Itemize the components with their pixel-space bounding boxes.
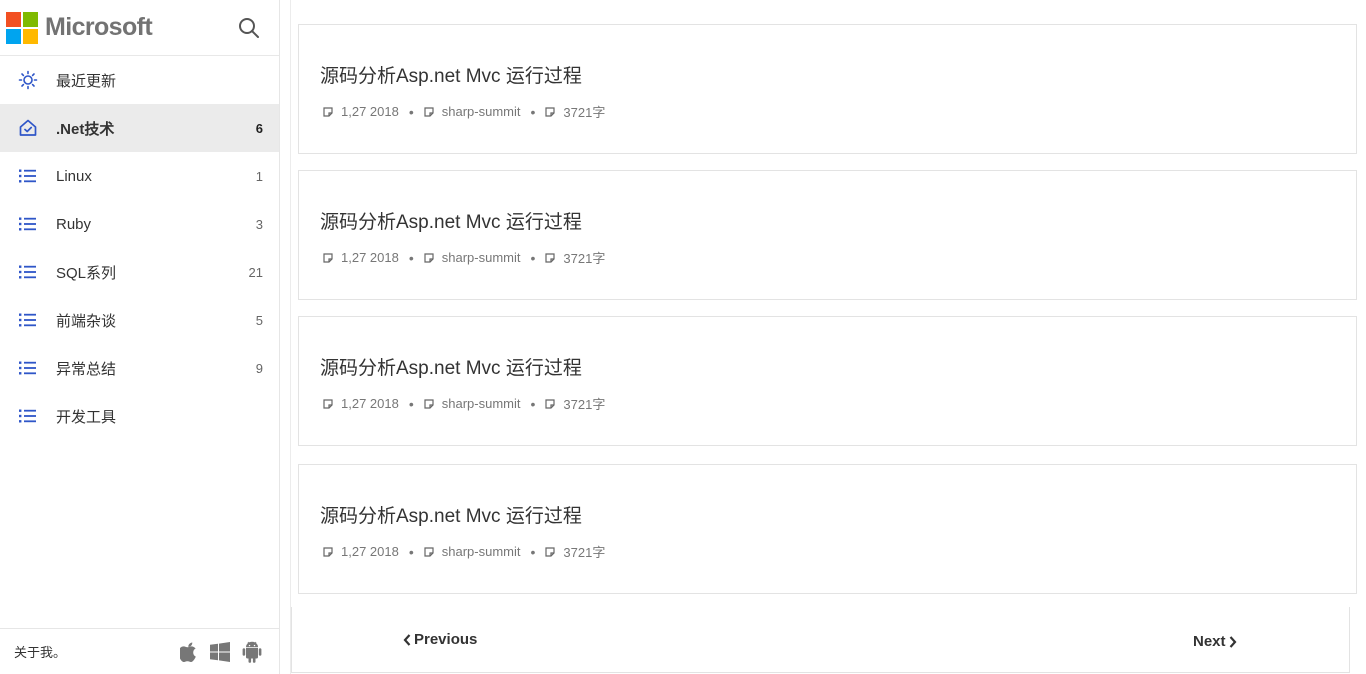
post-title[interactable]: 源码分析Asp.net Mvc 运行过程 <box>320 207 582 234</box>
nav-item-recent[interactable]: 最近更新 <box>0 56 279 104</box>
post-title[interactable]: 源码分析Asp.net Mvc 运行过程 <box>320 353 582 380</box>
list-icon <box>18 214 38 234</box>
nav-item-label: SQL系列 <box>56 264 117 282</box>
post-word-count: 3721字 <box>563 105 606 120</box>
post-author[interactable]: sharp-summit <box>442 544 521 559</box>
meta-separator: • <box>408 249 414 266</box>
chevron-left-icon <box>403 633 411 646</box>
meta-separator: • <box>530 249 536 266</box>
category-nav: 最近更新 .Net技术 6 Linux 1 Ruby 3 SQL系列 21 前端… <box>0 56 279 440</box>
platform-icons <box>180 641 262 663</box>
tag-icon <box>323 252 333 263</box>
post-word-count: 3721字 <box>563 545 606 560</box>
nav-item-label: Ruby <box>56 215 92 233</box>
tag-icon <box>545 398 556 409</box>
meta-separator: • <box>530 395 536 412</box>
tag-icon <box>424 106 434 117</box>
brand-header: Microsoft <box>0 0 279 56</box>
nav-item-linux[interactable]: Linux 1 <box>0 152 279 200</box>
about-me-link[interactable]: 关于我。 <box>14 642 180 661</box>
previous-label: Previous <box>414 631 478 648</box>
sun-icon <box>18 70 38 90</box>
tag-icon <box>323 398 333 409</box>
content-divider <box>290 0 291 674</box>
microsoft-logo-icon[interactable] <box>6 11 38 44</box>
nav-item-count: 1 <box>255 168 263 184</box>
list-icon <box>18 310 38 330</box>
nav-item-frontend[interactable]: 前端杂谈 5 <box>0 296 279 344</box>
post-meta: 1,27 2018 • sharp-summit • 3721字 <box>323 248 605 267</box>
tag-icon <box>424 398 434 409</box>
nav-item-dotnet[interactable]: .Net技术 6 <box>0 104 279 152</box>
apple-icon[interactable] <box>180 642 198 662</box>
nav-item-label: 异常总结 <box>56 360 117 378</box>
nav-item-ruby[interactable]: Ruby 3 <box>0 200 279 248</box>
nav-item-count: 21 <box>248 264 263 280</box>
pagination: Previous Next <box>291 607 1350 673</box>
chevron-right-icon <box>1229 635 1236 648</box>
tag-icon <box>545 106 556 117</box>
nav-item-sql[interactable]: SQL系列 21 <box>0 248 279 296</box>
post-date: 1,27 2018 <box>341 544 399 559</box>
nav-item-count: 9 <box>255 360 263 376</box>
nav-item-count: 6 <box>255 120 263 136</box>
android-icon[interactable] <box>242 641 262 663</box>
home-icon <box>18 118 38 138</box>
list-icon <box>18 406 38 426</box>
meta-separator: • <box>408 103 414 120</box>
meta-separator: • <box>408 543 414 560</box>
nav-item-count: 5 <box>255 312 263 328</box>
post-date: 1,27 2018 <box>341 104 399 119</box>
post-word-count: 3721字 <box>563 397 606 412</box>
nav-item-devtools[interactable]: 开发工具 <box>0 392 279 440</box>
list-icon <box>18 166 38 186</box>
list-icon <box>18 358 38 378</box>
next-label: Next <box>1193 633 1226 650</box>
previous-button[interactable]: Previous <box>403 631 477 648</box>
nav-item-label: 前端杂谈 <box>56 312 117 330</box>
post-meta: 1,27 2018 • sharp-summit • 3721字 <box>323 102 605 121</box>
sidebar-footer: 关于我。 <box>0 628 280 674</box>
nav-item-label: Linux <box>56 167 92 185</box>
windows-icon[interactable] <box>210 641 230 662</box>
post-card[interactable]: 源码分析Asp.net Mvc 运行过程 1,27 2018 • sharp-s… <box>298 464 1357 594</box>
search-icon[interactable] <box>237 16 261 40</box>
meta-separator: • <box>530 103 536 120</box>
post-list: 源码分析Asp.net Mvc 运行过程 1,27 2018 • sharp-s… <box>298 0 1357 674</box>
post-date: 1,27 2018 <box>341 396 399 411</box>
meta-separator: • <box>530 543 536 560</box>
post-title[interactable]: 源码分析Asp.net Mvc 运行过程 <box>320 501 582 528</box>
tag-icon <box>323 106 333 117</box>
nav-item-exceptions[interactable]: 异常总结 9 <box>0 344 279 392</box>
nav-item-label: 开发工具 <box>56 408 117 426</box>
nav-item-label: .Net技术 <box>56 120 115 138</box>
nav-item-label: 最近更新 <box>56 72 117 90</box>
post-card[interactable]: 源码分析Asp.net Mvc 运行过程 1,27 2018 • sharp-s… <box>298 170 1357 300</box>
post-card[interactable]: 源码分析Asp.net Mvc 运行过程 1,27 2018 • sharp-s… <box>298 316 1357 446</box>
next-button[interactable]: Next <box>1193 633 1237 650</box>
brand-name[interactable]: Microsoft <box>45 13 153 42</box>
sidebar: Microsoft 最近更新 .Net技术 6 Linux 1 Ruby 3 S… <box>0 0 280 674</box>
tag-icon <box>424 252 434 263</box>
post-author[interactable]: sharp-summit <box>442 250 521 265</box>
nav-item-count: 3 <box>255 216 263 232</box>
tag-icon <box>323 546 333 557</box>
post-meta: 1,27 2018 • sharp-summit • 3721字 <box>323 542 605 561</box>
post-date: 1,27 2018 <box>341 250 399 265</box>
tag-icon <box>545 252 556 263</box>
post-meta: 1,27 2018 • sharp-summit • 3721字 <box>323 394 605 413</box>
post-author[interactable]: sharp-summit <box>442 396 521 411</box>
tag-icon <box>545 546 556 557</box>
meta-separator: • <box>408 395 414 412</box>
tag-icon <box>424 546 434 557</box>
list-icon <box>18 262 38 282</box>
post-author[interactable]: sharp-summit <box>442 104 521 119</box>
post-title[interactable]: 源码分析Asp.net Mvc 运行过程 <box>320 61 582 88</box>
post-word-count: 3721字 <box>563 251 606 266</box>
post-card[interactable]: 源码分析Asp.net Mvc 运行过程 1,27 2018 • sharp-s… <box>298 24 1357 154</box>
